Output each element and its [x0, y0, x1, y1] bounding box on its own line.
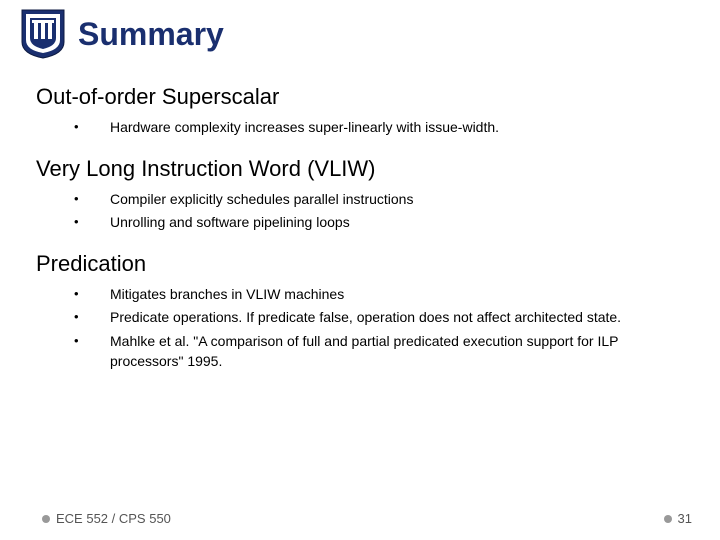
bullet-marker: • [74, 332, 110, 350]
bullet-item: • Compiler explicitly schedules parallel… [74, 190, 684, 210]
bullet-item: • Hardware complexity increases super-li… [74, 118, 684, 138]
section-heading: Very Long Instruction Word (VLIW) [36, 156, 684, 182]
bullet-marker: • [74, 118, 110, 136]
footer-course: ECE 552 / CPS 550 [42, 511, 171, 526]
footer-page: 31 [664, 511, 692, 526]
bullet-marker: • [74, 190, 110, 208]
section-heading: Out-of-order Superscalar [36, 84, 684, 110]
footer-bullet-icon [42, 515, 50, 523]
bullet-item: • Unrolling and software pipelining loop… [74, 213, 684, 233]
bullet-text: Mahlke et al. "A comparison of full and … [110, 332, 684, 371]
bullet-item: • Predicate operations. If predicate fal… [74, 308, 684, 328]
bullet-list: • Hardware complexity increases super-li… [36, 118, 684, 138]
bullet-list: • Compiler explicitly schedules parallel… [36, 190, 684, 233]
bullet-text: Mitigates branches in VLIW machines [110, 285, 344, 305]
slide-header: Summary [0, 0, 720, 66]
footer-bullet-icon [664, 515, 672, 523]
course-label: ECE 552 / CPS 550 [56, 511, 171, 526]
bullet-item: • Mitigates branches in VLIW machines [74, 285, 684, 305]
bullet-marker: • [74, 213, 110, 231]
slide-title: Summary [78, 16, 224, 53]
bullet-text: Unrolling and software pipelining loops [110, 213, 350, 233]
slide-content: Out-of-order Superscalar • Hardware comp… [0, 84, 720, 371]
slide-footer: ECE 552 / CPS 550 31 [0, 511, 720, 526]
bullet-list: • Mitigates branches in VLIW machines • … [36, 285, 684, 371]
bullet-marker: • [74, 308, 110, 326]
bullet-marker: • [74, 285, 110, 303]
university-shield-icon [20, 8, 66, 60]
bullet-item: • Mahlke et al. "A comparison of full an… [74, 332, 684, 371]
bullet-text: Compiler explicitly schedules parallel i… [110, 190, 413, 210]
bullet-text: Hardware complexity increases super-line… [110, 118, 499, 138]
bullet-text: Predicate operations. If predicate false… [110, 308, 621, 328]
page-number: 31 [678, 511, 692, 526]
section-heading: Predication [36, 251, 684, 277]
